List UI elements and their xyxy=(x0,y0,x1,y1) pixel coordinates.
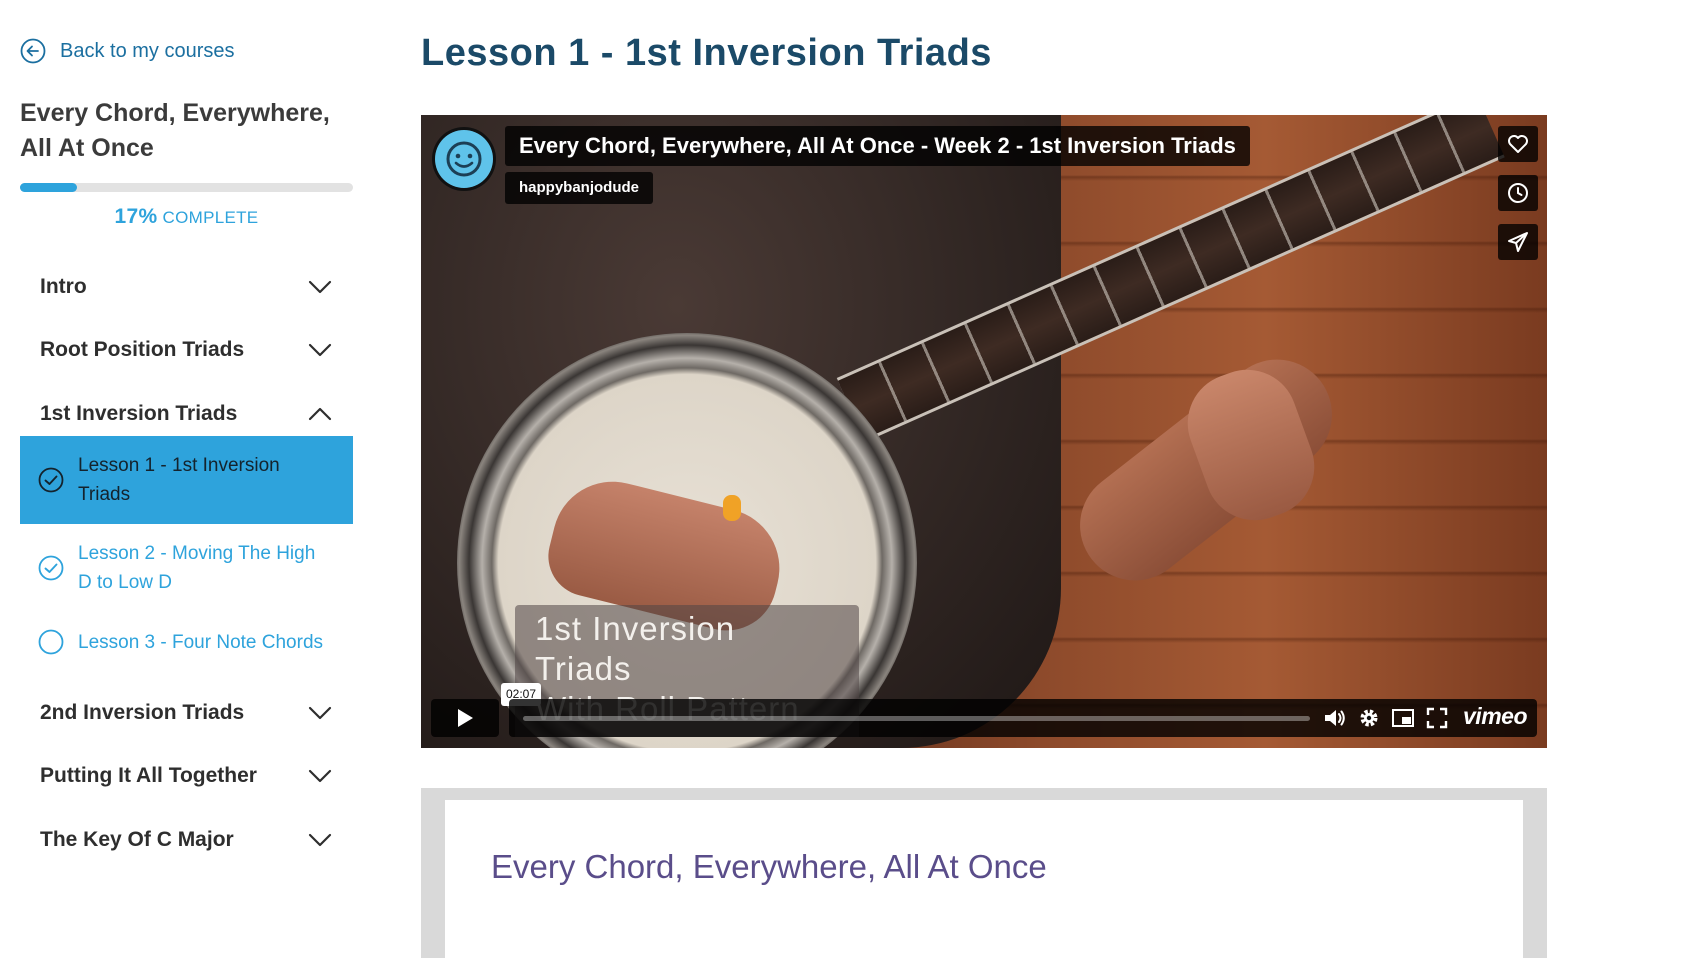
smiley-face-icon xyxy=(435,130,493,188)
back-to-courses-link[interactable]: Back to my courses xyxy=(20,38,235,64)
empty-circle-icon xyxy=(38,629,64,655)
section-1st-inversion-triads[interactable]: 1st Inversion Triads xyxy=(20,389,353,439)
channel-avatar[interactable] xyxy=(432,127,496,191)
player-control-bar: vimeo xyxy=(509,699,1537,737)
section-label: The Key Of C Major xyxy=(40,828,234,851)
course-progress-fill xyxy=(20,183,77,192)
lesson-item-2[interactable]: Lesson 2 - Moving The High D to Low D xyxy=(20,538,353,598)
check-circle-icon xyxy=(38,467,64,493)
lesson-label: Lesson 3 - Four Note Chords xyxy=(78,631,324,653)
gear-icon xyxy=(1360,709,1378,727)
section-label: Intro xyxy=(40,275,87,298)
heart-icon xyxy=(1508,135,1528,153)
caption-line-1: 1st Inversion Triads xyxy=(535,610,736,687)
lesson-title: Lesson 1 - 1st Inversion Triads xyxy=(421,32,992,74)
picture-in-picture-button[interactable] xyxy=(1390,706,1416,730)
section-label: Root Position Triads xyxy=(40,338,245,361)
chevron-down-icon xyxy=(308,769,332,783)
like-button[interactable] xyxy=(1498,126,1538,162)
chevron-down-icon xyxy=(308,833,332,847)
video-player[interactable]: Every Chord, Everywhere, All At Once - W… xyxy=(421,115,1547,748)
progress-scrubber[interactable] xyxy=(523,716,1310,721)
clock-icon xyxy=(1508,183,1528,203)
volume-button[interactable] xyxy=(1322,706,1348,730)
progress-percent: 17% xyxy=(114,205,158,228)
section-label: Putting It All Together xyxy=(40,764,257,787)
share-button[interactable] xyxy=(1498,224,1538,260)
settings-button[interactable] xyxy=(1356,706,1382,730)
picture-in-picture-icon xyxy=(1392,709,1414,727)
section-putting-it-all-together[interactable]: Putting It All Together xyxy=(20,751,353,801)
back-link-label: Back to my courses xyxy=(60,39,235,62)
section-label: 2nd Inversion Triads xyxy=(40,701,245,724)
play-icon xyxy=(458,709,473,727)
course-progress-bar xyxy=(20,183,353,192)
chevron-up-icon xyxy=(308,407,332,421)
progress-complete-text: COMPLETE xyxy=(162,208,259,227)
video-title[interactable]: Every Chord, Everywhere, All At Once - W… xyxy=(505,126,1250,166)
lesson-description-panel: Every Chord, Everywhere, All At Once xyxy=(421,788,1547,958)
progress-label: 17% COMPLETE xyxy=(20,205,353,229)
watch-later-button[interactable] xyxy=(1498,175,1538,211)
paper-plane-icon xyxy=(1508,232,1528,252)
check-circle-icon xyxy=(38,555,64,581)
video-frame-finger-pick xyxy=(723,495,741,521)
channel-name[interactable]: happybanjodude xyxy=(505,172,653,204)
section-label: 1st Inversion Triads xyxy=(40,402,238,425)
lesson-item-3[interactable]: Lesson 3 - Four Note Chords xyxy=(20,626,353,658)
arrow-left-circle-icon xyxy=(20,38,46,64)
chevron-down-icon xyxy=(308,343,332,357)
description-title: Every Chord, Everywhere, All At Once xyxy=(491,848,1047,885)
course-title: Every Chord, Everywhere, All At Once xyxy=(20,99,330,162)
fullscreen-button[interactable] xyxy=(1424,706,1450,730)
lesson-description-card: Every Chord, Everywhere, All At Once xyxy=(445,800,1523,958)
section-key-of-c-major[interactable]: The Key Of C Major xyxy=(20,815,353,865)
course-sidebar: Back to my courses Every Chord, Everywhe… xyxy=(0,0,400,958)
section-root-position-triads[interactable]: Root Position Triads xyxy=(20,325,353,375)
lesson-label: Lesson 2 - Moving The High D to Low D xyxy=(78,543,316,593)
lesson-item-1[interactable]: Lesson 1 - 1st Inversion Triads xyxy=(20,436,353,524)
play-button[interactable] xyxy=(431,699,499,737)
chevron-down-icon xyxy=(308,280,332,294)
section-2nd-inversion-triads[interactable]: 2nd Inversion Triads xyxy=(20,688,353,738)
volume-icon xyxy=(1325,710,1345,726)
vimeo-logo[interactable]: vimeo xyxy=(1463,703,1527,730)
section-intro[interactable]: Intro xyxy=(20,262,353,312)
chevron-down-icon xyxy=(308,706,332,720)
fullscreen-icon xyxy=(1426,707,1448,729)
lesson-label: Lesson 1 - 1st Inversion Triads xyxy=(78,455,280,505)
